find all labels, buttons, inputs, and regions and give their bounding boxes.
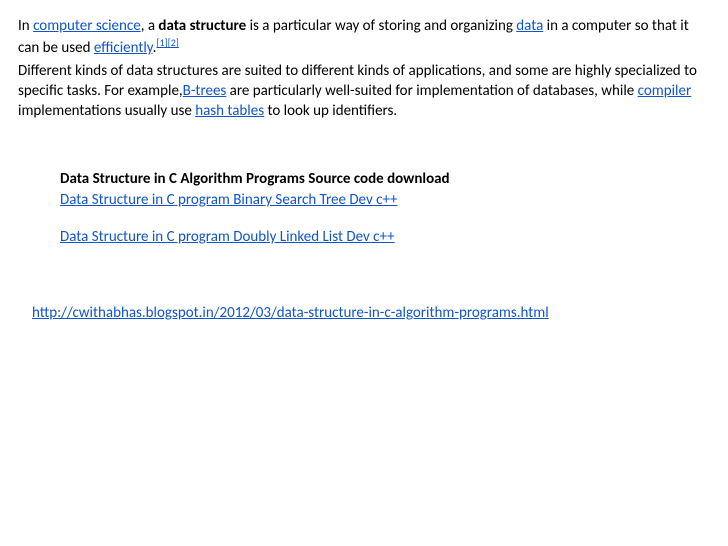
link-compiler[interactable]: compiler	[638, 82, 692, 100]
link-data[interactable]: data	[516, 17, 543, 35]
link-computer-science[interactable]: computer science	[33, 17, 141, 35]
text-segment: , a	[141, 17, 159, 35]
text-segment: are particularly well-suited for impleme…	[226, 82, 637, 100]
download-links-list: Data Structure in C program Binary Searc…	[60, 190, 710, 248]
link-btrees[interactable]: B-trees	[183, 82, 227, 100]
footer-url[interactable]: http://cwithabhas.blogspot.in/2012/03/da…	[32, 303, 549, 323]
text-segment: implementations usually use	[18, 102, 195, 120]
text-segment: In	[18, 17, 33, 35]
text-segment: to look up identifiers.	[264, 102, 397, 120]
text-segment: is a particular way of storing and organ…	[246, 17, 516, 35]
footer-url-container: http://cwithabhas.blogspot.in/2012/03/da…	[18, 247, 710, 323]
link-hash-tables[interactable]: hash tables	[195, 102, 264, 120]
reference-1[interactable]: [1]	[156, 36, 167, 49]
link-binary-search-tree[interactable]: Data Structure in C program Binary Searc…	[60, 190, 710, 210]
link-doubly-linked-list[interactable]: Data Structure in C program Doubly Linke…	[60, 227, 710, 247]
intro-paragraph: In computer science, a data structure is…	[18, 16, 710, 59]
section-heading: Data Structure in C Algorithm Programs S…	[60, 169, 710, 189]
second-paragraph: Different kinds of data structures are s…	[18, 61, 710, 122]
reference-2[interactable]: [2]	[168, 36, 179, 49]
link-efficiently[interactable]: efficiently	[94, 39, 153, 57]
bold-data-structure: data structure	[158, 17, 246, 35]
